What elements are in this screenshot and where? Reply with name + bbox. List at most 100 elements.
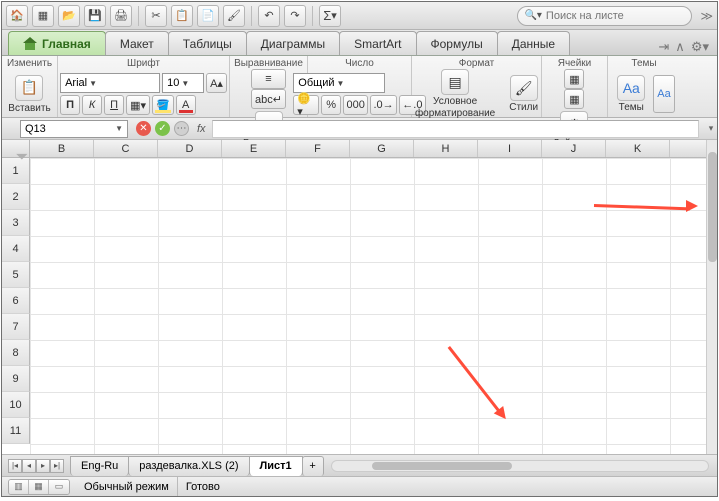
dec-inc-icon[interactable]: .0→ (370, 95, 397, 115)
col-header[interactable]: E (222, 140, 286, 157)
delete-cell-icon[interactable]: ▦ (564, 89, 584, 109)
currency-icon[interactable]: 🪙▾ (293, 95, 319, 115)
border-button[interactable]: ▦▾ (126, 95, 150, 115)
styles-button[interactable]: 🖌 Стили (505, 75, 542, 113)
save-icon[interactable]: 💾 (84, 5, 106, 27)
tab-home[interactable]: Главная (8, 31, 106, 55)
sheet-tab[interactable]: раздевалка.XLS (2) (128, 456, 249, 476)
sheet-last-icon[interactable]: ▸| (50, 459, 64, 473)
font-name-combo[interactable]: Arial▼ (60, 73, 160, 93)
col-header[interactable]: H (414, 140, 478, 157)
insert-cell-icon[interactable]: ▦ (564, 69, 584, 89)
vertical-scrollbar[interactable] (706, 140, 717, 454)
paste-big-icon[interactable]: 📋 (15, 75, 43, 101)
col-header[interactable]: C (94, 140, 158, 157)
number-format-combo[interactable]: Общий▼ (293, 73, 385, 93)
col-header[interactable]: K (606, 140, 670, 157)
paste-label: Вставить (8, 103, 50, 114)
view-normal-icon[interactable]: ▥ (9, 480, 29, 494)
font-color-button[interactable]: A (176, 95, 196, 115)
font-grow-icon[interactable]: A▴ (206, 73, 227, 93)
row-header[interactable]: 7 (2, 314, 30, 340)
tab-tables[interactable]: Таблицы (168, 31, 247, 55)
group-font-title: Шрифт (127, 58, 160, 71)
col-header[interactable]: F (286, 140, 350, 157)
group-themes-title: Темы (631, 58, 656, 71)
cancel-formula-icon[interactable]: ✕ (136, 121, 151, 136)
themes-button[interactable]: Aa Темы (613, 75, 649, 113)
row-header[interactable]: 3 (2, 210, 30, 236)
tab-data[interactable]: Данные (497, 31, 570, 55)
italic-button[interactable]: К (82, 95, 102, 115)
view-layout-icon[interactable]: ▦ (29, 480, 49, 494)
select-all-corner[interactable] (2, 140, 30, 157)
row-header[interactable]: 8 (2, 340, 30, 366)
cut-icon[interactable]: ✂ (145, 5, 167, 27)
name-box[interactable]: Q13 ▼ (20, 120, 128, 138)
sheet-tab-active[interactable]: Лист1 (249, 456, 303, 476)
home-icon[interactable]: 🏠 (6, 5, 28, 27)
underline-button[interactable]: П (104, 95, 124, 115)
gallery-icon[interactable]: ▦ (32, 5, 54, 27)
ribbon-settings-icon[interactable]: ⚙▾ (691, 39, 709, 55)
vertical-scroll-thumb[interactable] (708, 152, 717, 262)
quick-access-toolbar: 🏠 ▦ 📂 💾 🖨 ✂ 📋 📄 🖌 ↶ ↷ Σ▾ 🔍▾ ≫ (2, 2, 717, 30)
formula-input[interactable] (212, 120, 699, 138)
col-header[interactable]: I (478, 140, 542, 157)
col-header[interactable]: B (30, 140, 94, 157)
formula-expand-icon[interactable]: ▾ (705, 123, 717, 134)
ribbon-collapse-icon[interactable]: ∧ (675, 39, 685, 55)
wrap-text-icon[interactable]: abc↵ (251, 89, 286, 109)
percent-icon[interactable]: % (321, 95, 341, 115)
col-header[interactable]: J (542, 140, 606, 157)
sheet-next-icon[interactable]: ▸ (36, 459, 50, 473)
format-painter-icon[interactable]: 🖌 (223, 5, 245, 27)
row-header[interactable]: 9 (2, 366, 30, 392)
formula-menu-icon[interactable]: ⋯ (174, 121, 189, 136)
undo-icon[interactable]: ↶ (258, 5, 280, 27)
accept-formula-icon[interactable]: ✓ (155, 121, 170, 136)
align-left-icon[interactable]: ≡ (251, 69, 286, 89)
row-header[interactable]: 2 (2, 184, 30, 210)
theme-fonts-icon[interactable]: Aa (653, 75, 674, 113)
row-header[interactable]: 6 (2, 288, 30, 314)
fill-color-button[interactable]: 🪣 (152, 95, 174, 115)
copy-icon[interactable]: 📋 (171, 5, 193, 27)
row-header[interactable]: 1 (2, 158, 30, 184)
expand-toolbar-icon[interactable]: ≫ (700, 9, 713, 23)
sheet-search[interactable]: 🔍▾ (517, 6, 692, 26)
sheet-prev-icon[interactable]: ◂ (22, 459, 36, 473)
horizontal-scrollbar[interactable] (331, 460, 709, 472)
horizontal-scroll-thumb[interactable] (372, 462, 512, 470)
row-header[interactable]: 10 (2, 392, 30, 418)
cond-format-icon: ▤ (441, 69, 469, 95)
row-header[interactable]: 11 (2, 418, 30, 444)
tab-charts[interactable]: Диаграммы (246, 31, 340, 55)
ribbon-scroll-icon[interactable]: ⇥ (658, 39, 669, 55)
open-icon[interactable]: 📂 (58, 5, 80, 27)
sheet-tab[interactable]: Eng-Ru (70, 456, 129, 476)
font-size-combo[interactable]: 10▼ (162, 73, 204, 93)
thousands-icon[interactable]: 000 (343, 95, 368, 115)
col-header[interactable]: G (350, 140, 414, 157)
conditional-formatting-button[interactable]: ▤ Условное форматирование (411, 69, 499, 119)
add-sheet-button[interactable]: + (302, 456, 324, 476)
row-header[interactable]: 5 (2, 262, 30, 288)
redo-icon[interactable]: ↷ (284, 5, 306, 27)
view-pagebreak-icon[interactable]: ▭ (49, 480, 69, 494)
bold-button[interactable]: П (60, 95, 80, 115)
tab-formulas[interactable]: Формулы (416, 31, 498, 55)
search-input[interactable] (546, 10, 686, 22)
status-mode: Обычный режим (76, 477, 178, 496)
cell-area[interactable] (30, 158, 717, 454)
tab-layout[interactable]: Макет (105, 31, 169, 55)
autosum-button[interactable]: Σ▾ (319, 5, 341, 27)
col-header[interactable]: D (158, 140, 222, 157)
sheet-first-icon[interactable]: |◂ (8, 459, 22, 473)
paste-icon[interactable]: 📄 (197, 5, 219, 27)
fx-label[interactable]: fx (197, 123, 206, 135)
print-icon[interactable]: 🖨 (110, 5, 132, 27)
row-header[interactable]: 4 (2, 236, 30, 262)
tab-smartart[interactable]: SmartArt (339, 31, 416, 55)
ribbon-tabs: Главная Макет Таблицы Диаграммы SmartArt… (2, 30, 717, 56)
